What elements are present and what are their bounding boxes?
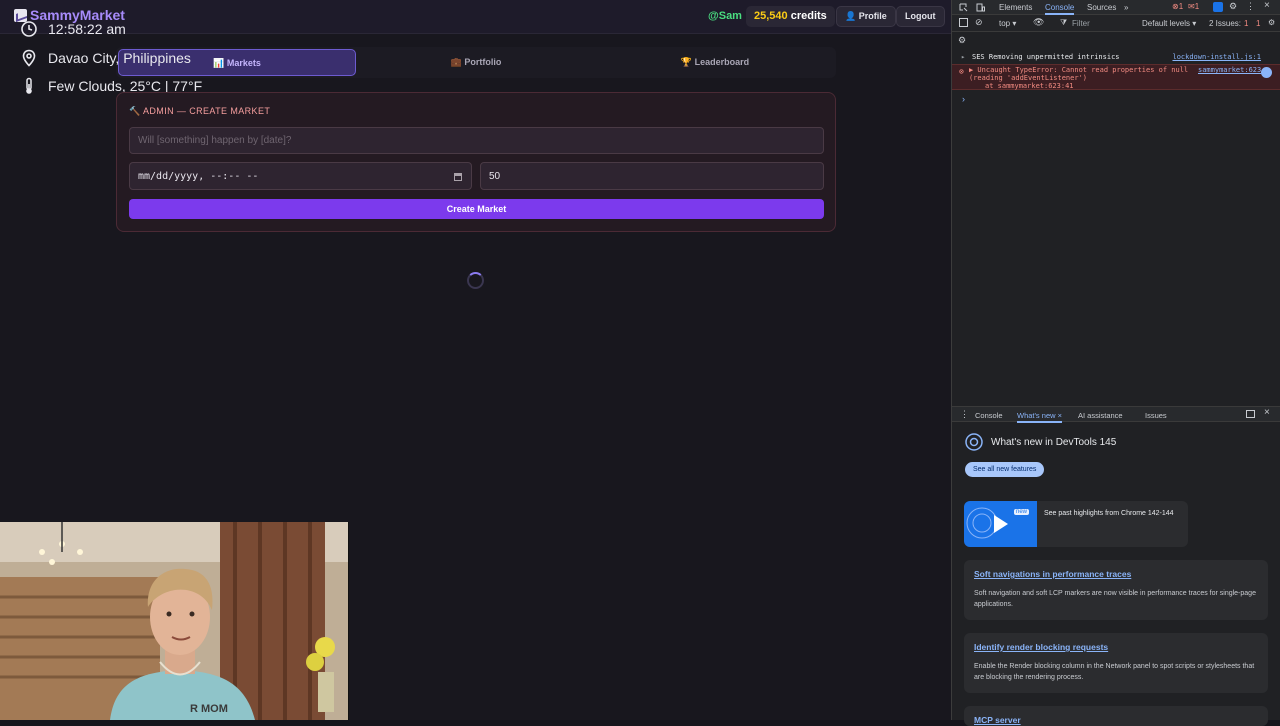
feature-title[interactable]: MCP server [974,715,1021,725]
shirt-print-text: R MOM [190,703,228,715]
credits-suffix: credits [787,10,827,22]
devtools-tab-elements[interactable]: Elements [999,3,1032,12]
location-text: Davao City, Philippines [48,50,191,66]
console-settings-gear-icon[interactable]: ⚙ [1268,18,1275,27]
webcam-feed-image: R MOM [0,522,348,720]
devtools-more-tabs[interactable]: » [1124,3,1128,12]
drawer-tab-issues[interactable]: Issues [1145,411,1167,420]
inspect-element-icon[interactable] [959,3,968,12]
close-devtools-icon[interactable]: × [1264,0,1270,11]
loading-spinner [467,272,484,289]
dock-drawer-icon[interactable] [1246,410,1255,418]
error-line-1: ▶ Uncaught TypeError: Cannot read proper… [969,66,1189,74]
error-line-3[interactable]: at sammymarket:623:41 [985,82,1074,90]
create-market-button[interactable]: Create Market [129,199,824,219]
chrome-devtools-logo-icon [965,433,983,451]
extension-icon[interactable] [1213,2,1223,12]
tab-leaderboard[interactable]: 🏆 Leaderboard [596,49,834,76]
feature-title[interactable]: Identify render blocking requests [974,642,1108,652]
profile-button[interactable]: 👤 Profile [836,6,896,27]
see-all-features-button[interactable]: See all new features [965,462,1045,477]
error-count-badge[interactable]: ⊗1 [1172,2,1183,11]
highlights-text: See past highlights from Chrome 142-144 [1044,510,1174,517]
thermometer-icon [26,77,32,94]
devtools-panel: Elements Console Sources » ⊗1 ✉1 ⚙ ⋮ × ⊘… [951,0,1280,726]
location-pin-icon [22,49,36,67]
video-thumbnail: new [964,501,1037,547]
log-levels-select[interactable]: Default levels ▾ [1142,19,1196,28]
user-handle: @Sam [708,10,742,22]
expand-arrow-icon[interactable]: ▸ [961,53,965,61]
issues-label[interactable]: 2 Issues: [1209,19,1241,28]
ses-source-link[interactable]: lockdown-install.js:1 [1172,53,1261,61]
tab-portfolio[interactable]: 💼 Portfolio [357,49,595,76]
date-input[interactable]: mm/dd/yyyy, --:-- -- [129,162,472,190]
devtools-tab-sources[interactable]: Sources [1087,3,1116,12]
drawer-tab-whats-new[interactable]: What's new × [1017,411,1062,423]
ai-explain-icon[interactable] [1261,67,1272,78]
sidebar-toggle-icon[interactable] [959,18,968,27]
error-icon: ⊗ [1172,2,1179,11]
console-prompt[interactable]: › [962,94,965,104]
console-sidebar-gear-icon[interactable]: ⚙ [958,35,966,46]
clock-time: 12:58:22 am [48,21,126,37]
issues-warn-count: 1 [1256,19,1261,28]
warning-count-badge[interactable]: ✉1 [1188,2,1199,11]
drawer-tab-bar: ⋮ Console What's new × AI assistance Iss… [952,406,1280,423]
calendar-icon[interactable] [454,173,462,181]
warning-icon: ✉ [1188,2,1195,11]
ses-message: SES Removing unpermitted intrinsics [972,53,1120,61]
settings-gear-icon[interactable]: ⚙ [1229,1,1237,12]
feature-card-render-blocking: Identify render blocking requests Enable… [964,633,1268,693]
issues-error-count: 1 [1244,19,1249,28]
logout-button[interactable]: Logout [896,6,945,27]
credits-value: 25,540 [754,10,788,22]
play-video-icon [966,507,1008,539]
top-nav-bar: SammyMarket @Sam 25,540 credits 👤 Profil… [0,0,951,34]
feature-card-mcp-server: MCP server [964,706,1268,726]
context-select[interactable]: top ▾ [999,19,1016,28]
warning-count: 1 [1194,2,1200,11]
error-count: 1 [1178,2,1184,11]
filter-input[interactable]: Filter [1072,19,1090,28]
clear-console-icon[interactable]: ⊘ [975,17,983,28]
clock-icon [21,21,37,37]
admin-create-market-card: 🔨 ADMIN — CREATE MARKET Will [something]… [116,92,836,232]
credits-badge: 25,540 credits [746,6,835,27]
filter-funnel-icon: ⧩ [1060,18,1068,27]
kebab-menu-icon[interactable]: ⋮ [1246,1,1255,12]
live-expression-eye-icon[interactable]: 👁 [1033,17,1044,28]
devtools-tab-console[interactable]: Console [1045,3,1075,15]
feature-body: Soft navigation and soft LCP markers are… [974,590,1256,608]
error-circle-icon: ⊗ [959,67,964,76]
new-badge: new [1014,509,1030,515]
admin-title: 🔨 ADMIN — CREATE MARKET [129,106,271,116]
web-app: SammyMarket @Sam 25,540 credits 👤 Profil… [0,0,951,720]
console-error-message: ⊗ ▶ Uncaught TypeError: Cannot read prop… [952,64,1280,90]
devtools-tab-bar: Elements Console Sources » ⊗1 ✉1 ⚙ ⋮ × [952,0,1280,15]
question-input[interactable]: Will [something] happen by [date]? [129,127,824,154]
console-message-ses: ▸ SES Removing unpermitted intrinsics lo… [952,53,1280,63]
error-line-2: (reading 'addEventListener') [969,74,1088,82]
drawer-tab-console[interactable]: Console [975,411,1003,420]
initial-probability-input[interactable]: 50 [480,162,824,190]
webcam-overlay: R MOM [0,522,349,720]
clock-overlay: 12:58:22 am [20,20,126,38]
whats-new-title: What's new in DevTools 145 [991,437,1117,448]
feature-title[interactable]: Soft navigations in performance traces [974,569,1131,579]
error-source-link[interactable]: sammymarket:623 [1198,66,1261,74]
console-toolbar: ⊘ top ▾ 👁 ⧩ Filter Default levels ▾ 2 Is… [952,15,1280,32]
location-overlay: Davao City, Philippines [20,49,191,67]
date-value: mm/dd/yyyy, --:-- -- [138,170,259,182]
drawer-tab-ai-assistance[interactable]: AI assistance [1078,411,1123,420]
highlights-card[interactable]: new See past highlights from Chrome 142-… [964,501,1188,547]
feature-body: Enable the Render blocking column in the… [974,663,1255,681]
main-tabs: 📊 Markets 💼 Portfolio 🏆 Leaderboard [116,47,836,78]
drawer-menu-icon[interactable]: ⋮ [960,409,969,420]
close-drawer-icon[interactable]: × [1264,407,1270,418]
device-toggle-icon[interactable] [976,3,985,12]
feature-card-soft-navigations: Soft navigations in performance traces S… [964,560,1268,620]
